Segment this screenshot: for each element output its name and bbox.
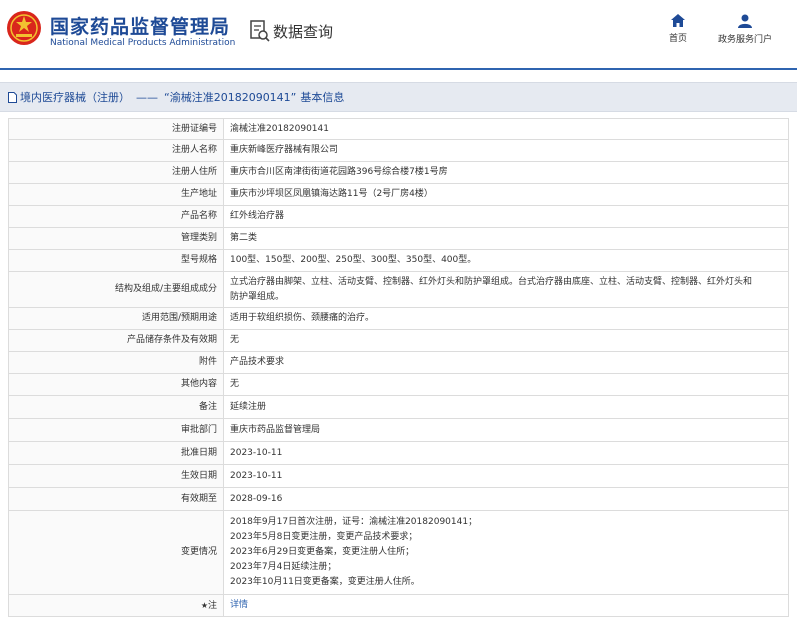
table-row: 适用范围/预期用途 适用于软组织损伤、颈腰痛的治疗。 <box>8 307 789 330</box>
table-row: 注册人住所 重庆市合川区南津街街道花园路396号综合楼7楼1号房 <box>8 161 789 184</box>
nav-home-label: 首页 <box>668 34 687 44</box>
record-number: “渝械注准20182090141” <box>164 91 297 104</box>
field-label: 管理类别 <box>8 227 224 250</box>
title-separator: —— <box>136 90 158 104</box>
record-title-bar: 境内医疗器械（注册） —— “渝械注准20182090141” 基本信息 <box>0 82 797 112</box>
field-value: 重庆市药品监督管理局 <box>223 418 789 442</box>
field-value: 适用于软组织损伤、颈腰痛的治疗。 <box>223 307 789 330</box>
table-row: 生产地址 重庆市沙坪坝区凤凰镇海达路11号（2号厂房4楼） <box>8 183 789 206</box>
field-value: 重庆市合川区南津街街道花园路396号综合楼7楼1号房 <box>223 161 789 184</box>
site-header: 国家药品监督管理局 National Medical Products Admi… <box>0 0 797 70</box>
field-label: 其他内容 <box>8 373 224 396</box>
field-value: 无 <box>223 329 789 352</box>
star-icon: ★ <box>200 600 208 610</box>
table-row: 注册人名称 重庆新峰医疗器械有限公司 <box>8 139 789 162</box>
table-row: 结构及组成/主要组成成分 立式治疗器由脚架、立柱、活动支臂、控制器、红外灯头和防… <box>8 271 789 308</box>
field-label: 生效日期 <box>8 464 224 488</box>
table-row: 变更情况 2018年9月17日首次注册，证号：渝械注准20182090141； … <box>8 510 789 595</box>
table-row: 批准日期 2023-10-11 <box>8 441 789 465</box>
field-value: 红外线治疗器 <box>223 205 789 228</box>
field-label: 产品名称 <box>8 205 224 228</box>
value-line: 防护罩组成。 <box>230 291 285 302</box>
field-label: 附件 <box>8 351 224 374</box>
document-search-icon <box>250 20 270 42</box>
table-row: 有效期至 2028-09-16 <box>8 487 789 511</box>
field-label: 型号规格 <box>8 249 224 272</box>
field-label: 审批部门 <box>8 418 224 442</box>
title-suffix: 基本信息 <box>300 91 345 104</box>
table-row: ★注 详情 <box>8 594 789 617</box>
field-label: 注册人住所 <box>8 161 224 184</box>
change-line: 2023年10月11日变更备案，变更注册人住所。 <box>230 577 420 587</box>
field-value: 延续注册 <box>223 395 789 419</box>
field-label: 有效期至 <box>8 487 224 511</box>
change-line: 2023年5月8日变更注册，变更产品技术要求； <box>230 532 418 542</box>
field-label: 注册人名称 <box>8 139 224 162</box>
field-label: 注册证编号 <box>8 118 224 140</box>
data-query-heading: 数据查询 <box>250 18 333 44</box>
note-label: 注 <box>207 600 217 611</box>
table-row: 产品储存条件及有效期无 <box>8 329 789 352</box>
table-row: 审批部门 重庆市药品监督管理局 <box>8 418 789 442</box>
field-label: ★注 <box>8 594 224 617</box>
field-value: 第二类 <box>223 227 789 250</box>
field-label: 备注 <box>8 395 224 419</box>
table-row: 型号规格 100型、150型、200型、250型、300型、350型、400型。 <box>8 249 789 272</box>
field-label: 批准日期 <box>8 441 224 465</box>
field-value: 2023-10-11 <box>223 464 789 488</box>
field-value: 立式治疗器由脚架、立柱、活动支臂、控制器、红外灯头和防护罩组成。台式治疗器由底座… <box>223 271 789 308</box>
field-value: 100型、150型、200型、250型、300型、350型、400型。 <box>223 249 789 272</box>
change-line: 2018年9月17日首次注册，证号：渝械注准20182090141； <box>230 517 478 527</box>
table-row: 管理类别 第二类 <box>8 227 789 250</box>
field-value: 2018年9月17日首次注册，证号：渝械注准20182090141； 2023年… <box>223 510 789 595</box>
field-value: 2023-10-11 <box>223 441 789 465</box>
field-label: 产品储存条件及有效期 <box>8 329 224 352</box>
nmpa-emblem-icon <box>7 11 41 45</box>
field-value: 渝械注准20182090141 <box>223 118 789 140</box>
field-label: 适用范围/预期用途 <box>8 307 224 330</box>
nav-service-portal[interactable]: 政务服务门户 <box>712 14 778 45</box>
field-label: 生产地址 <box>8 183 224 206</box>
nav-home[interactable]: 首页 <box>664 14 692 44</box>
value-line: 立式治疗器由脚架、立柱、活动支臂、控制器、红外灯头和防护罩组成。台式治疗器由底座… <box>230 276 753 287</box>
field-value: 无 <box>223 373 789 396</box>
field-value: 2028-09-16 <box>223 487 789 511</box>
details-link[interactable]: 详情 <box>230 600 248 610</box>
field-value: 产品技术要求 <box>223 351 789 374</box>
change-line: 2023年7月4日延续注册； <box>230 562 337 572</box>
field-value: 重庆市沙坪坝区凤凰镇海达路11号（2号厂房4楼） <box>223 183 789 206</box>
table-row: 备注 延续注册 <box>8 395 789 419</box>
document-icon <box>8 91 17 103</box>
field-value: 重庆新峰医疗器械有限公司 <box>223 139 789 162</box>
table-row: 注册证编号 渝械注准20182090141 <box>8 118 789 140</box>
field-value: 详情 <box>223 594 789 617</box>
table-row: 其他内容无 <box>8 373 789 396</box>
registration-info-table: 注册证编号 渝械注准20182090141 注册人名称 重庆新峰医疗器械有限公司 注… <box>8 118 789 617</box>
category-label[interactable]: 境内医疗器械（注册） <box>20 89 130 105</box>
table-row: 生效日期 2023-10-11 <box>8 464 789 488</box>
field-label: 变更情况 <box>8 510 224 595</box>
table-row: 附件 产品技术要求 <box>8 351 789 374</box>
change-line: 2023年6月29日变更备案，变更注册人住所； <box>230 547 415 557</box>
table-row: 产品名称 红外线治疗器 <box>8 205 789 228</box>
site-title[interactable]: 国家药品监督管理局 <box>50 12 230 39</box>
user-icon <box>738 14 752 28</box>
field-label: 结构及组成/主要组成成分 <box>8 271 224 308</box>
query-label: 数据查询 <box>273 22 334 41</box>
nav-portal-label: 政务服务门户 <box>717 35 772 45</box>
home-icon <box>671 14 685 27</box>
site-subtitle: National Medical Products Administration <box>50 38 236 48</box>
